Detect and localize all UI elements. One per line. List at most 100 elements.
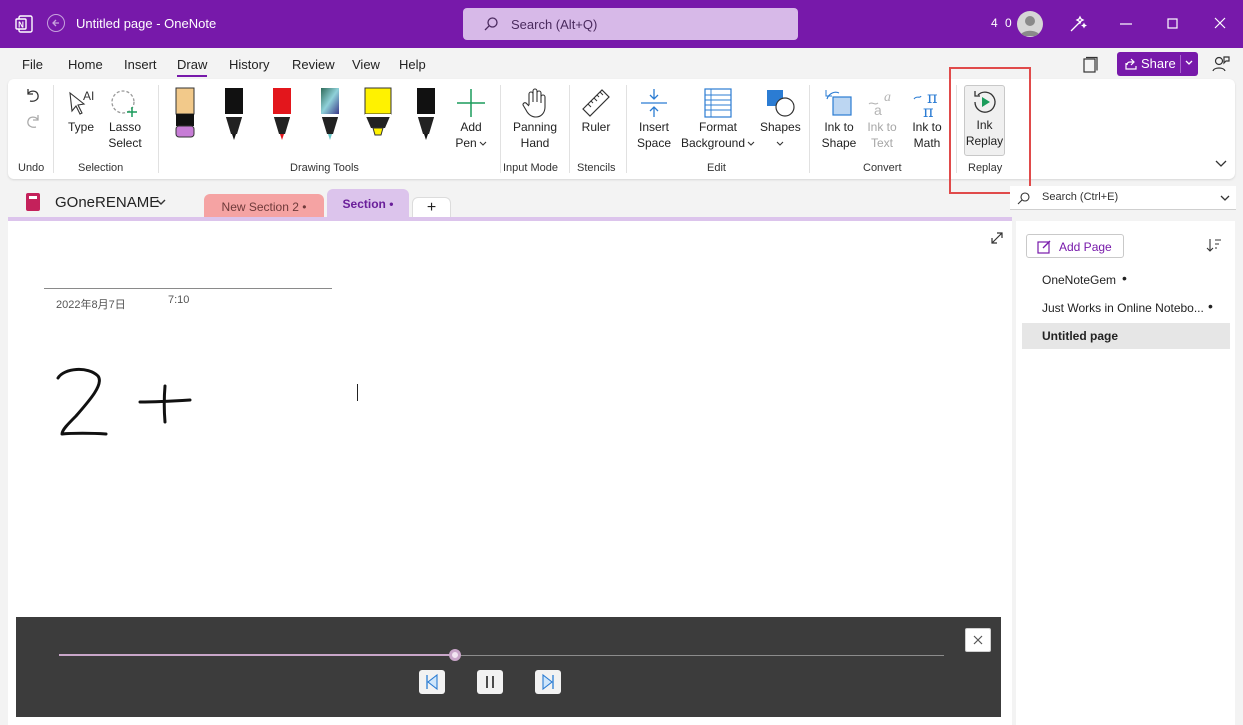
- ink-to-shape-icon: [825, 90, 852, 116]
- ruler-button[interactable]: Ruler: [579, 87, 613, 135]
- ruler-icon: [582, 89, 610, 117]
- undo-icon[interactable]: [24, 86, 42, 104]
- lasso-label-2: Select: [108, 136, 142, 150]
- notebook-icon[interactable]: [24, 192, 42, 212]
- page-date: 2022年8月7日: [56, 299, 126, 311]
- ink-to-text-button[interactable]: aa Ink to Text: [864, 87, 900, 151]
- chevron-down-icon[interactable]: [1220, 195, 1230, 202]
- window-title: Untitled page - OneNote: [76, 16, 217, 31]
- svg-text:a: a: [884, 90, 891, 105]
- text-cursor: [357, 384, 358, 401]
- ribbon: Undo AI Type Lasso Select Selection Add …: [8, 79, 1235, 179]
- page-search-box[interactable]: Search (Ctrl+E): [1010, 186, 1236, 210]
- format-background-label-2: Background: [680, 136, 746, 150]
- replay-scrubber[interactable]: [448, 649, 461, 661]
- pen-galaxy-icon[interactable]: [319, 87, 341, 141]
- tab-review[interactable]: Review: [292, 57, 335, 72]
- close-icon[interactable]: [1213, 14, 1227, 34]
- ink-to-shape-button[interactable]: Ink to Shape: [819, 87, 859, 151]
- group-label-convert: Convert: [863, 162, 902, 174]
- share-button[interactable]: Share: [1117, 52, 1198, 76]
- ink-to-math-label-1: Ink to: [912, 120, 942, 134]
- group-label-stencils: Stencils: [577, 162, 616, 174]
- add-page-label: Add Page: [1059, 240, 1112, 254]
- fast-forward-icon: [542, 673, 554, 691]
- chevron-down-icon: [776, 141, 784, 146]
- search-icon: [484, 17, 498, 31]
- ink-replay-bar: [16, 617, 1001, 717]
- svg-text:π: π: [923, 102, 934, 119]
- magic-wand-icon[interactable]: [1068, 14, 1088, 34]
- add-pen-button[interactable]: Add Pen: [454, 87, 488, 151]
- notebook-name[interactable]: GOneRENAME: [55, 194, 159, 211]
- redo-icon[interactable]: [24, 112, 42, 130]
- shapes-icon: [767, 90, 795, 117]
- svg-text:N: N: [18, 21, 24, 30]
- rewind-button[interactable]: [419, 670, 445, 694]
- add-page-icon: [1037, 240, 1051, 254]
- group-label-drawing-tools: Drawing Tools: [290, 162, 359, 174]
- type-button[interactable]: AI Type: [63, 87, 99, 135]
- fast-forward-button[interactable]: [535, 670, 561, 694]
- pen-red-icon[interactable]: [271, 87, 293, 141]
- pen-black-2-icon[interactable]: [415, 87, 437, 141]
- ink-to-math-button[interactable]: ππ Ink to Math: [907, 87, 947, 151]
- unread-dot: •: [1208, 298, 1213, 314]
- group-label-input-mode: Input Mode: [503, 162, 559, 174]
- search-box[interactable]: Search (Alt+Q): [463, 8, 798, 40]
- menu-bar: File Home Insert Draw History Review Vie…: [0, 48, 1243, 80]
- highlighter-yellow-icon[interactable]: [364, 87, 392, 141]
- pen-black-icon[interactable]: [223, 87, 245, 141]
- lasso-label-1: Lasso: [108, 120, 142, 134]
- page-search-placeholder: Search (Ctrl+E): [1042, 191, 1119, 203]
- share-icon: [1125, 58, 1137, 70]
- tab-home[interactable]: Home: [68, 57, 103, 72]
- arrow-left-icon: [52, 19, 59, 27]
- page-item-untitled[interactable]: Untitled page: [1022, 323, 1230, 349]
- avatar[interactable]: [1017, 11, 1043, 37]
- ink-to-math-label-2: Math: [913, 136, 941, 150]
- back-button[interactable]: [47, 14, 65, 32]
- tab-help[interactable]: Help: [399, 57, 426, 72]
- section-tab-section[interactable]: Section •: [327, 189, 409, 220]
- page-title-line[interactable]: [44, 288, 332, 289]
- shapes-button[interactable]: Shapes: [760, 87, 801, 151]
- full-page-view-icon[interactable]: [990, 231, 1004, 245]
- pencil-tan-icon[interactable]: [174, 87, 196, 139]
- chevron-down-icon[interactable]: [1185, 60, 1193, 66]
- tab-file[interactable]: File: [22, 57, 43, 72]
- maximize-icon[interactable]: [1166, 14, 1180, 34]
- feedback-person-icon[interactable]: [1211, 54, 1231, 74]
- notebook-view-icon[interactable]: [1081, 56, 1099, 74]
- tab-insert[interactable]: Insert: [124, 57, 157, 72]
- format-background-icon: [704, 88, 732, 118]
- tab-view[interactable]: View: [352, 57, 380, 72]
- pause-button[interactable]: [477, 670, 503, 694]
- shapes-label: Shapes: [760, 120, 801, 134]
- search-placeholder: Search (Alt+Q): [511, 17, 598, 32]
- ink-to-math-icon: ππ: [913, 88, 938, 119]
- user-icon: [1020, 16, 1040, 36]
- chevron-down-icon: [747, 141, 755, 146]
- panning-hand-button[interactable]: Panning Hand: [510, 87, 560, 151]
- page-item-onenotegem[interactable]: OneNoteGem •: [1022, 267, 1230, 293]
- chevron-down-icon[interactable]: [156, 199, 166, 206]
- format-background-button[interactable]: Format Background: [679, 87, 757, 151]
- tab-draw[interactable]: Draw: [177, 57, 208, 77]
- ribbon-expand-icon[interactable]: [1214, 159, 1228, 169]
- group-label-edit: Edit: [707, 162, 726, 174]
- group-label-selection: Selection: [78, 162, 124, 174]
- search-icon: [1017, 192, 1030, 205]
- format-background-label-1: Format: [698, 120, 737, 134]
- type-cursor-icon: AI: [69, 89, 94, 115]
- page-item-just-works[interactable]: Just Works in Online Notebo... •: [1022, 295, 1230, 321]
- ink-to-text-label-2: Text: [870, 136, 893, 150]
- lasso-select-button[interactable]: Lasso Select: [103, 87, 147, 151]
- sort-icon[interactable]: [1206, 237, 1222, 253]
- tab-history[interactable]: History: [229, 57, 269, 72]
- insert-space-button[interactable]: Insert Space: [634, 87, 674, 151]
- add-page-button[interactable]: Add Page: [1026, 234, 1124, 258]
- close-replay-button[interactable]: [965, 628, 991, 652]
- ink-drawing[interactable]: [48, 364, 208, 444]
- minimize-icon[interactable]: [1119, 14, 1133, 34]
